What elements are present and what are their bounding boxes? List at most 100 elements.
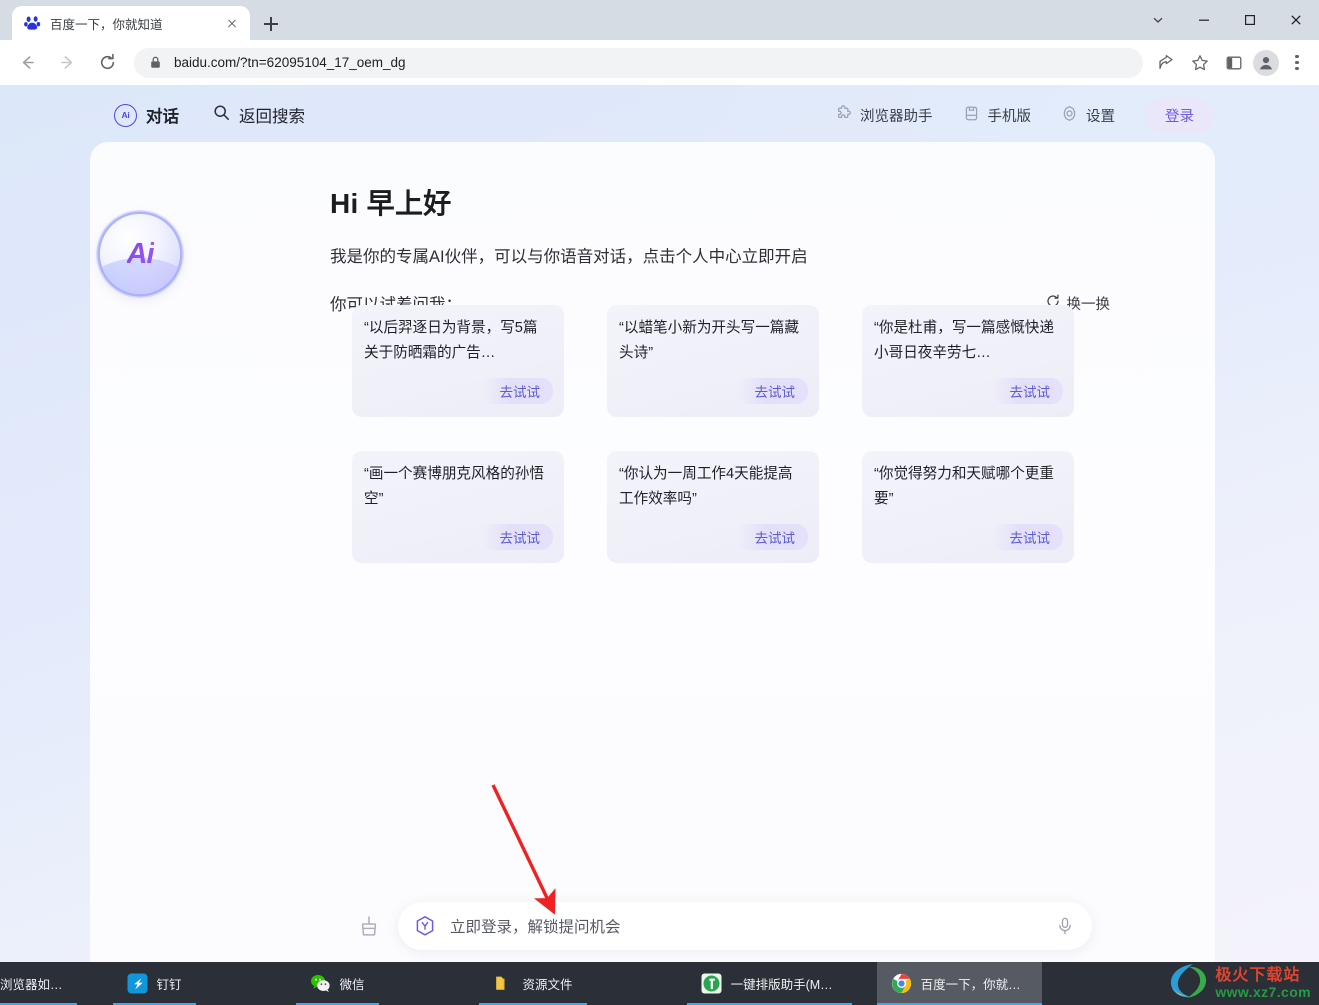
screen: 百度一下，你就知道 baidu.com/?tn=62095104_17_oem_…: [0, 0, 1319, 1005]
tab-title: 百度一下，你就知道: [50, 17, 163, 32]
suggestion-card-text: “你认为一周工作4天能提高工作效率吗”: [619, 466, 793, 508]
browser-window: 百度一下，你就知道 baidu.com/?tn=62095104_17_oem_…: [0, 0, 1319, 962]
ai-avatar: Ai: [100, 214, 180, 294]
nav-item-chat[interactable]: Ai 对话: [114, 103, 179, 127]
chevron-down-icon[interactable]: [1135, 0, 1181, 40]
suggestion-card-text: “你觉得努力和天赋哪个更重要”: [874, 466, 1054, 508]
side-panel-icon[interactable]: [1219, 48, 1249, 78]
nav-item-settings[interactable]: 设置: [1061, 105, 1115, 126]
close-icon[interactable]: [1273, 0, 1319, 40]
phone-icon: [963, 105, 980, 126]
profile-avatar-icon[interactable]: [1253, 49, 1279, 76]
new-tab-button[interactable]: [258, 11, 284, 37]
folder-icon: [493, 973, 514, 994]
tab-close-icon[interactable]: [222, 13, 242, 33]
site-watermark: 极火下载站 www.xz7.com: [1167, 962, 1311, 1005]
composer: 立即登录，解锁提问机会: [352, 902, 1092, 950]
reload-icon[interactable]: [90, 46, 124, 80]
suggestion-card-grid: “以后羿逐日为背景，写5篇关于防晒霜的广告… 去试试 “以蜡笔小新为开头写一篇藏…: [352, 305, 1092, 563]
taskbar-item-label: 钉钉: [156, 978, 182, 992]
typesetting-icon: [701, 973, 722, 994]
suggestion-card[interactable]: “你是杜甫，写一篇感慨快递小哥日夜辛劳七… 去试试: [862, 305, 1074, 417]
suggestion-card-cta[interactable]: 去试试: [991, 378, 1063, 404]
ai-avatar-label: Ai: [126, 237, 155, 270]
suggestion-card-text: “你是杜甫，写一篇感慨快递小哥日夜辛劳七…: [874, 320, 1054, 362]
suggestion-card[interactable]: “你觉得努力和天赋哪个更重要” 去试试: [862, 451, 1074, 563]
greeting-subtitle: 我是你的专属AI伙伴，可以与你语音对话，点击个人中心立即开启: [330, 248, 808, 266]
nav-item-back-to-search-label: 返回搜索: [239, 108, 305, 126]
greeting-block: Hi 早上好 我是你的专属AI伙伴，可以与你语音对话，点击个人中心立即开启 你可…: [330, 182, 1110, 315]
address-bar-url: baidu.com/?tn=62095104_17_oem_dg: [174, 55, 406, 70]
three-dot-menu-icon[interactable]: [1283, 48, 1311, 78]
address-bar[interactable]: baidu.com/?tn=62095104_17_oem_dg: [134, 47, 1143, 78]
watermark-en: www.xz7.com: [1215, 983, 1311, 1000]
suggestion-card-text: “以后羿逐日为背景，写5篇关于防晒霜的广告…: [364, 320, 538, 362]
broom-icon[interactable]: [352, 909, 386, 943]
dingtalk-icon: [127, 973, 148, 994]
nav-item-browser-assistant-label: 浏览器助手: [860, 108, 933, 125]
nav-item-back-to-search[interactable]: 返回搜索: [213, 103, 305, 127]
suggestion-card-text: “以蜡笔小新为开头写一篇藏头诗”: [619, 320, 799, 362]
suggestion-card[interactable]: “你认为一周工作4天能提高工作效率吗” 去试试: [607, 451, 819, 563]
taskbar-item-label: 资源文件: [522, 978, 573, 992]
suggestion-card[interactable]: “画一个赛博朋克风格的孙悟空” 去试试: [352, 451, 564, 563]
taskbar: 浏览器如… 钉钉 微信 资源文件 一键排版助手(MyE… 百度一下，你就知…: [0, 962, 1319, 1005]
suggestion-card[interactable]: “以蜡笔小新为开头写一篇藏头诗” 去试试: [607, 305, 819, 417]
omnibox-row: baidu.com/?tn=62095104_17_oem_dg: [0, 40, 1319, 85]
bookmark-star-icon[interactable]: [1185, 48, 1215, 78]
watermark-text: 极火下载站 www.xz7.com: [1215, 966, 1311, 1000]
chrome-icon: [891, 973, 912, 994]
hexagon-icon[interactable]: [410, 911, 440, 941]
taskbar-item-folder[interactable]: 资源文件: [478, 962, 587, 1005]
menu-dot: [1295, 54, 1299, 58]
page-title: Hi 早上好: [330, 188, 452, 219]
taskbar-item-label: 百度一下，你就知…: [920, 978, 1028, 992]
site-nav-left: Ai 对话 返回搜索: [114, 85, 305, 145]
suggestion-card-cta[interactable]: 去试试: [481, 524, 553, 550]
taskbar-item-label: 浏览器如…: [0, 978, 63, 992]
taskbar-item-label: 一键排版助手(MyE…: [730, 978, 838, 992]
back-arrow-icon[interactable]: [10, 46, 44, 80]
watermark-cn: 极火下载站: [1215, 966, 1301, 984]
taskbar-item-label: 微信: [339, 978, 365, 992]
login-button[interactable]: 登录: [1145, 97, 1214, 133]
tab-strip: 百度一下，你就知道: [0, 0, 1319, 40]
microphone-icon[interactable]: [1052, 913, 1078, 939]
taskbar-item-browser[interactable]: 浏览器如…: [0, 962, 77, 1005]
suggestion-card-text: “画一个赛博朋克风格的孙悟空”: [364, 466, 544, 508]
taskbar-item-chrome[interactable]: 百度一下，你就知…: [876, 962, 1042, 1005]
flame-logo-icon: [1167, 962, 1209, 1005]
site-top-nav: Ai 对话 返回搜索 浏览器助手 手机版 设置 登录: [0, 85, 1319, 145]
minimize-icon[interactable]: [1181, 0, 1227, 40]
page-viewport: Ai 对话 返回搜索 浏览器助手 手机版 设置 登录 Ai Hi 早上好 我是你…: [0, 85, 1319, 962]
nav-item-chat-label: 对话: [146, 108, 179, 126]
nav-item-browser-assistant[interactable]: 浏览器助手: [835, 104, 933, 126]
suggestion-card-cta[interactable]: 去试试: [736, 378, 808, 404]
suggestion-card-cta[interactable]: 去试试: [481, 378, 553, 404]
browser-tab[interactable]: 百度一下，你就知道: [12, 6, 250, 40]
taskbar-item-typesetting[interactable]: 一键排版助手(MyE…: [686, 962, 852, 1005]
share-icon[interactable]: [1151, 48, 1181, 78]
chat-input-placeholder: 立即登录，解锁提问机会: [450, 919, 621, 936]
wechat-icon: [310, 973, 331, 994]
menu-dot: [1295, 60, 1299, 65]
taskbar-item-wechat[interactable]: 微信: [295, 962, 379, 1005]
lock-icon: [148, 55, 163, 70]
ai-chip-icon: Ai: [114, 103, 137, 127]
menu-dot: [1295, 67, 1299, 71]
nav-item-mobile-label: 手机版: [987, 108, 1032, 125]
suggestion-card-cta[interactable]: 去试试: [991, 524, 1063, 550]
window-controls: [1135, 0, 1319, 40]
suggestion-card-cta[interactable]: 去试试: [736, 524, 808, 550]
taskbar-item-dingtalk[interactable]: 钉钉: [112, 962, 196, 1005]
baidu-bear-icon: [24, 15, 41, 32]
gear-icon: [1061, 105, 1078, 126]
forward-arrow-icon[interactable]: [50, 46, 84, 80]
puzzle-icon: [835, 104, 852, 126]
nav-item-settings-label: 设置: [1086, 108, 1115, 125]
chat-input-bar[interactable]: 立即登录，解锁提问机会: [398, 902, 1092, 950]
nav-item-mobile[interactable]: 手机版: [963, 105, 1032, 126]
search-icon: [213, 104, 230, 126]
suggestion-card[interactable]: “以后羿逐日为背景，写5篇关于防晒霜的广告… 去试试: [352, 305, 564, 417]
maximize-icon[interactable]: [1227, 0, 1273, 40]
